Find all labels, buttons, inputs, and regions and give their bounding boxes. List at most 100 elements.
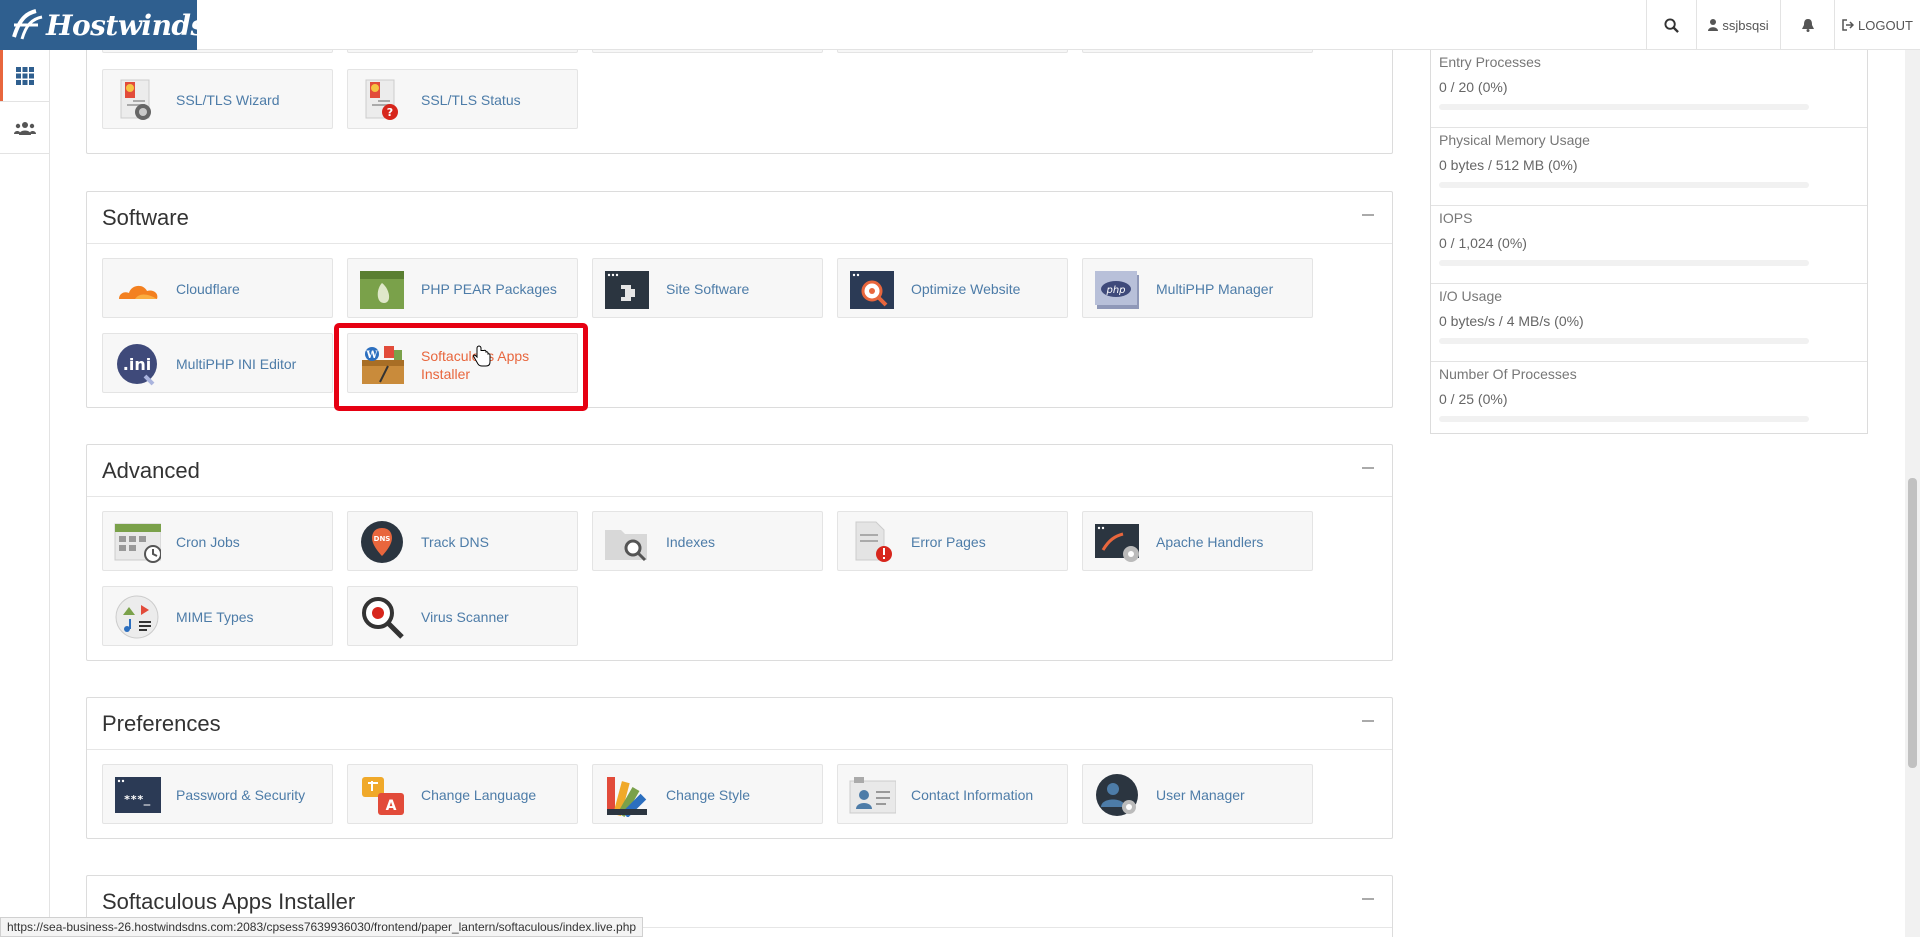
user-menu[interactable]: ssjbsqsi [1696,0,1780,50]
highlight-annotation [334,323,588,411]
panel-title: Preferences [102,711,221,736]
ssl-tls-wizard[interactable]: SSL/TLS Wizard [102,69,333,129]
security-panel: SSL/TLS Wizard ? SSL/TLS Status [86,50,1393,154]
svg-text:DNS: DNS [374,535,391,543]
left-sidebar [0,50,50,937]
username: ssjbsqsi [1722,17,1769,33]
svg-text:php: php [1105,285,1125,296]
page-scrollbar[interactable] [1905,50,1920,937]
item-label: MultiPHP Manager [1156,281,1274,297]
collapse-icon[interactable] [1362,214,1374,216]
grid-icon [15,66,34,85]
virus-scanner-item[interactable]: Virus Scanner [347,586,578,646]
error-pages-item[interactable]: Error Pages [837,511,1068,571]
stat-name: Physical Memory Usage [1439,132,1590,148]
logout-button[interactable]: LOGOUT [1834,0,1920,50]
optimize-website-icon [850,271,894,309]
php-pear-icon [360,271,404,309]
multiphp-manager-icon: php [1095,271,1139,309]
contact-information-item[interactable]: Contact Information [837,764,1068,824]
stat-value: 0 bytes / 512 MB (0%) [1439,157,1578,173]
multiphp-manager-item[interactable]: php MultiPHP Manager [1082,258,1313,318]
security-item-4[interactable] [837,50,1068,53]
mime-types-item[interactable]: MIME Types [102,586,333,646]
ssl-tls-status[interactable]: ? SSL/TLS Status [347,69,578,129]
item-label: Cloudflare [176,281,240,297]
sidebar-item-users[interactable] [0,102,49,154]
item-label: Site Software [666,281,750,297]
stat-name: Number Of Processes [1439,366,1577,382]
apache-handlers-item[interactable]: Apache Handlers [1082,511,1313,571]
stat-entry-processes: Entry Processes 0 / 20 (0%) [1431,50,1867,128]
site-software-item[interactable]: Site Software [592,258,823,318]
change-style-icon [607,777,647,817]
svg-text:***_: ***_ [124,793,151,806]
item-label: Virus Scanner [421,609,509,625]
brand-logo[interactable]: Hostwinds [0,0,197,50]
security-item-5[interactable] [1082,50,1313,53]
track-dns-item[interactable]: DNS Track DNS [347,511,578,571]
indexes-item[interactable]: Indexes [592,511,823,571]
svg-text:A: A [386,798,397,814]
security-item-2[interactable] [347,50,578,53]
php-pear-item[interactable]: PHP PEAR Packages [347,258,578,318]
stat-name: I/O Usage [1439,288,1503,304]
advanced-header[interactable]: Advanced [87,445,1392,497]
stat-progress-bar [1439,416,1809,422]
item-label: Change Style [666,787,751,803]
virus-scanner-icon [362,597,404,639]
hand-cursor-icon [473,345,491,367]
cloudflare-icon [119,285,158,299]
panel-title: Softaculous Apps Installer [102,889,356,914]
software-panel: Software Cloudflare PHP PEAR Packages Si… [86,191,1393,408]
collapse-icon[interactable] [1362,720,1374,722]
password-security-item[interactable]: ***_ Password & Security [102,764,333,824]
stat-name: Entry Processes [1439,54,1541,70]
sidebar-item-tools[interactable] [0,50,49,102]
search-button[interactable] [1646,0,1696,50]
stat-progress-bar [1439,338,1809,344]
users-icon [13,121,36,135]
status-url: https://sea-business-26.hostwindsdns.com… [0,917,644,937]
svg-text:?: ? [387,106,393,119]
svg-text:.ini: .ini [123,355,151,374]
stat-io-usage: I/O Usage 0 bytes/s / 4 MB/s (0%) [1431,284,1867,362]
item-label: Change Language [421,787,537,803]
search-icon [1664,17,1679,33]
item-label: Optimize Website [911,281,1021,297]
brand-name: Hostwinds [46,9,197,42]
collapse-icon[interactable] [1362,898,1374,900]
change-language-item[interactable]: A Change Language [347,764,578,824]
item-label: User Manager [1156,787,1245,803]
bell-icon [1801,18,1814,32]
cloudflare-item[interactable]: Cloudflare [102,258,333,318]
stat-progress-bar [1439,182,1809,188]
logo-wave-icon [12,9,43,40]
user-icon [1708,19,1719,31]
optimize-website-item[interactable]: Optimize Website [837,258,1068,318]
software-header[interactable]: Software [87,192,1392,244]
collapse-icon[interactable] [1362,467,1374,469]
top-bar: Hostwinds ssjbsqsi LOGOUT [0,0,1920,50]
logout-label: LOGOUT [1858,17,1913,33]
multiphp-ini-icon: .ini [117,344,157,386]
user-manager-item[interactable]: User Manager [1082,764,1313,824]
security-item-1[interactable] [102,50,333,53]
security-item-3[interactable] [592,50,823,53]
item-label: MIME Types [176,609,254,625]
preferences-header[interactable]: Preferences [87,698,1392,750]
multiphp-ini-item[interactable]: .ini MultiPHP INI Editor [102,333,333,393]
notifications-button[interactable] [1780,0,1834,50]
item-label: MultiPHP INI Editor [176,356,297,372]
change-style-item[interactable]: Change Style [592,764,823,824]
item-label: Contact Information [911,787,1034,803]
indexes-icon [605,530,647,562]
item-label: Track DNS [421,534,489,550]
cron-jobs-item[interactable]: Cron Jobs [102,511,333,571]
main-content: SSL/TLS Wizard ? SSL/TLS Status Software… [86,50,1393,937]
apache-handlers-icon [1095,524,1139,562]
stat-value: 0 / 20 (0%) [1439,79,1508,95]
ssl-wizard-icon [120,79,151,120]
item-label: Password & Security [176,787,306,803]
scrollbar-thumb[interactable] [1908,478,1917,768]
